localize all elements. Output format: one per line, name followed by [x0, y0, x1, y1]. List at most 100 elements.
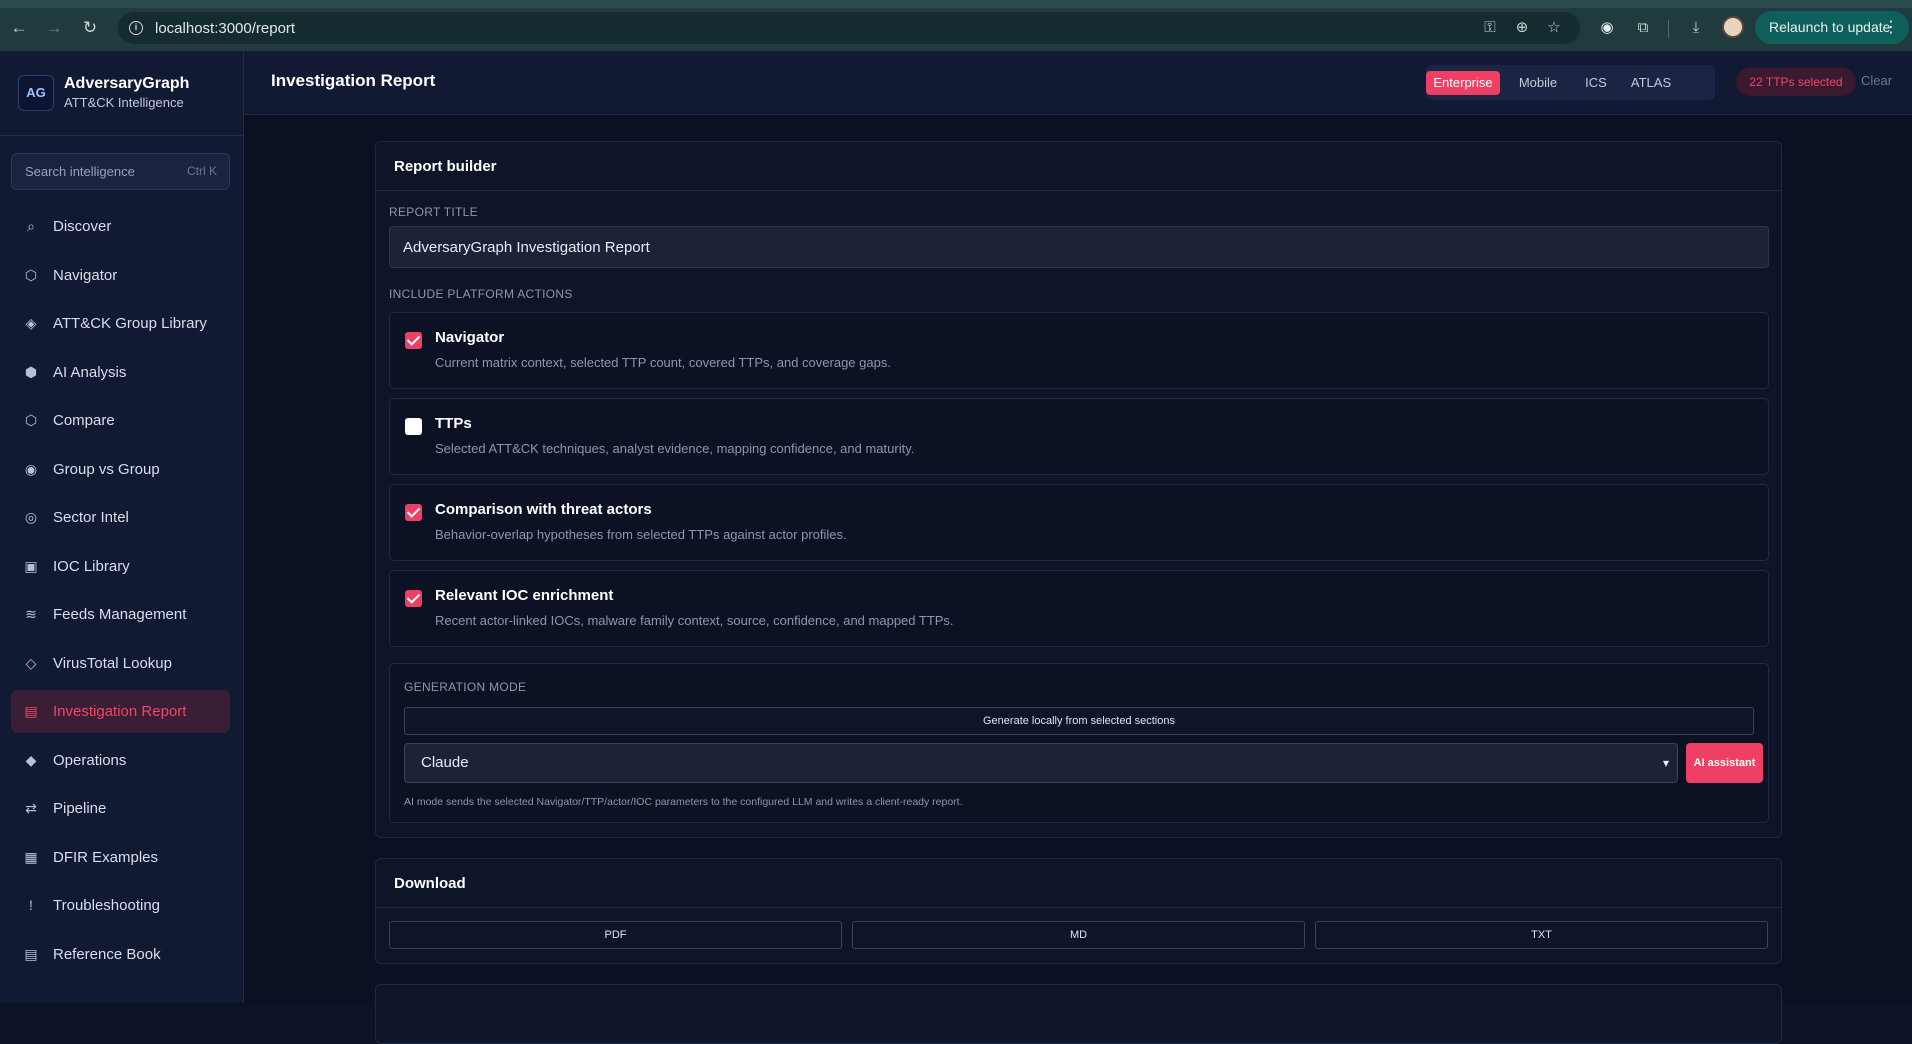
reference-book-icon: ▤: [24, 945, 38, 962]
sidebar-item-attandck-group-library[interactable]: ◈ ATT&CK Group Library: [11, 302, 230, 345]
sidebar-item-sector-intel[interactable]: ◎ Sector Intel: [11, 496, 230, 539]
sidebar-item-label: ATT&CK Group Library: [53, 315, 207, 332]
sidebar-item-label: Troubleshooting: [53, 897, 161, 914]
option-threat-actor-comparison[interactable]: Comparison with threat actors Behavior-o…: [389, 484, 1769, 561]
domain-tab-enterprise[interactable]: Enterprise: [1426, 71, 1500, 95]
chevron-down-icon: ▾: [1662, 756, 1669, 770]
card-divider: [376, 907, 1781, 908]
option-description: Current matrix context, selected TTP cou…: [435, 355, 891, 370]
sidebar-item-troubleshooting[interactable]: ! Troubleshooting: [11, 884, 230, 927]
llm-model-value: Claude: [421, 754, 469, 771]
sidebar-item-label: Discover: [53, 218, 112, 235]
ttps-checkbox[interactable]: [405, 418, 422, 435]
generation-mode-label: GENERATION MODE: [404, 680, 527, 694]
sidebar-item-label: Group vs Group: [53, 460, 160, 478]
relaunch-button[interactable]: Relaunch to update ⋮: [1755, 11, 1909, 44]
reload-icon[interactable]: ↻: [80, 18, 100, 38]
back-arrow-icon[interactable]: ←: [9, 18, 29, 38]
llm-model-select[interactable]: Claude ▾: [404, 743, 1678, 783]
extensions-puzzle-icon[interactable]: ⧉: [1633, 18, 1653, 38]
sidebar-item-feeds-management[interactable]: ≋ Feeds Management: [11, 593, 230, 636]
sidebar-divider: [0, 135, 243, 136]
investigation-report-icon: ▤: [24, 703, 38, 719]
sidebar-item-label: IOC Library: [53, 557, 130, 575]
pipeline-icon: ⇄: [25, 800, 37, 816]
sidebar-item-pipeline[interactable]: ⇄ Pipeline: [11, 787, 230, 830]
forward-arrow-icon[interactable]: →: [44, 18, 64, 38]
kebab-menu-icon[interactable]: ⋮: [1883, 11, 1899, 44]
search-placeholder: Search intelligence: [25, 164, 135, 179]
main-content: Report builder REPORT TITLE INCLUDE PLAT…: [244, 115, 1912, 1044]
sidebar-item-label: Operations: [53, 751, 127, 769]
grammarly-extension-icon[interactable]: ◉: [1597, 18, 1617, 38]
domain-tab-ics[interactable]: ICS: [1574, 71, 1618, 95]
feeds-management-icon: ≋: [25, 606, 37, 622]
option-ioc-enrichment[interactable]: Relevant IOC enrichment Recent actor-lin…: [389, 570, 1769, 647]
sidebar-item-operations[interactable]: ◆ Operations: [11, 739, 230, 782]
option-title: Comparison with threat actors: [435, 501, 652, 518]
domain-tab-mobile[interactable]: Mobile: [1508, 71, 1568, 95]
sidebar-item-label: Reference Book: [53, 945, 161, 963]
ioc-enrichment-checkbox[interactable]: [405, 590, 422, 607]
sidebar-item-label: Investigation Report: [53, 703, 187, 720]
address-url[interactable]: localhost:3000/report: [155, 20, 295, 37]
site-info-icon[interactable]: i: [129, 21, 143, 35]
sidebar-item-investigation-report[interactable]: ▤ Investigation Report: [11, 690, 230, 733]
download-icon[interactable]: ⤓: [1686, 18, 1706, 38]
address-bar[interactable]: i localhost:3000/report ⚿ ⊕ ☆: [118, 12, 1580, 44]
sidebar-item-label: Compare: [53, 412, 115, 429]
sidebar-item-discover[interactable]: ⌕ Discover: [11, 205, 230, 248]
download-card: Download PDF MD TXT: [375, 858, 1782, 964]
attandck-group-library-icon: ◈: [25, 315, 37, 331]
report-builder-title: Report builder: [394, 158, 497, 175]
bookmark-star-icon[interactable]: ☆: [1544, 18, 1564, 38]
sidebar-item-label: Navigator: [53, 266, 118, 284]
ioc-library-icon: ▣: [24, 557, 38, 574]
report-title-input[interactable]: [389, 226, 1769, 268]
relaunch-label: Relaunch to update: [1769, 19, 1891, 35]
sidebar: AG AdversaryGraph ATT&CK Intelligence Se…: [0, 51, 244, 1003]
search-input[interactable]: Search intelligence Ctrl K: [11, 153, 230, 190]
download-pdf-button[interactable]: PDF: [389, 921, 842, 949]
brand[interactable]: AG AdversaryGraph ATT&CK Intelligence: [18, 73, 228, 117]
navigator-icon: ⬡: [24, 266, 38, 283]
download-txt-button[interactable]: TXT: [1315, 921, 1768, 949]
ttp-count-badge[interactable]: 22 TTPs selected: [1736, 68, 1856, 96]
dfir-examples-icon: ▦: [24, 848, 38, 865]
sidebar-item-navigator[interactable]: ⬡ Navigator: [11, 254, 230, 297]
option-ttps[interactable]: TTPs Selected ATT&CK techniques, analyst…: [389, 398, 1769, 475]
discover-icon: ⌕: [27, 218, 35, 234]
sidebar-item-label: Sector Intel: [53, 509, 129, 526]
sidebar-item-ioc-library[interactable]: ▣ IOC Library: [11, 545, 230, 588]
sidebar-item-virustotal-lookup[interactable]: ◇ VirusTotal Lookup: [11, 642, 230, 685]
zoom-icon[interactable]: ⊕: [1512, 18, 1532, 38]
sidebar-item-reference-book[interactable]: ▤ Reference Book: [11, 933, 230, 976]
sidebar-item-group-vs-group[interactable]: ◉ Group vs Group: [11, 448, 230, 491]
option-title: Navigator: [435, 329, 505, 346]
operations-icon: ◆: [25, 751, 37, 768]
troubleshooting-icon: !: [29, 897, 33, 913]
brand-name: AdversaryGraph: [64, 75, 190, 92]
download-md-button[interactable]: MD: [852, 921, 1305, 949]
sidebar-item-ai-analysis[interactable]: ⬢ AI Analysis: [11, 351, 230, 394]
option-description: Selected ATT&CK techniques, analyst evid…: [435, 441, 915, 456]
report-builder-card: Report builder REPORT TITLE INCLUDE PLAT…: [375, 141, 1782, 838]
generate-locally-button[interactable]: Generate locally from selected sections: [404, 707, 1754, 735]
profile-avatar[interactable]: [1722, 16, 1744, 38]
clear-button[interactable]: Clear: [1861, 73, 1892, 88]
group-vs-group-icon: ◉: [24, 460, 38, 477]
option-description: Behavior-overlap hypotheses from selecte…: [435, 527, 847, 542]
sidebar-item-compare[interactable]: ⬡ Compare: [11, 399, 230, 442]
domain-switcher: Enterprise Mobile ICS ATLAS: [1426, 65, 1715, 100]
card-divider: [376, 190, 1781, 191]
navigator-checkbox[interactable]: [405, 332, 422, 349]
sector-intel-icon: ◎: [24, 509, 38, 525]
threat-actor-comparison-checkbox[interactable]: [405, 504, 422, 521]
brand-tagline: ATT&CK Intelligence: [64, 95, 184, 110]
domain-tab-atlas[interactable]: ATLAS: [1624, 71, 1678, 95]
sidebar-item-dfir-examples[interactable]: ▦ DFIR Examples: [11, 836, 230, 879]
option-navigator[interactable]: Navigator Current matrix context, select…: [389, 312, 1769, 389]
key-icon[interactable]: ⚿: [1480, 18, 1500, 38]
ai-assistant-button[interactable]: AI assistant: [1686, 743, 1763, 783]
top-header: Investigation Report Enterprise Mobile I…: [244, 51, 1912, 115]
